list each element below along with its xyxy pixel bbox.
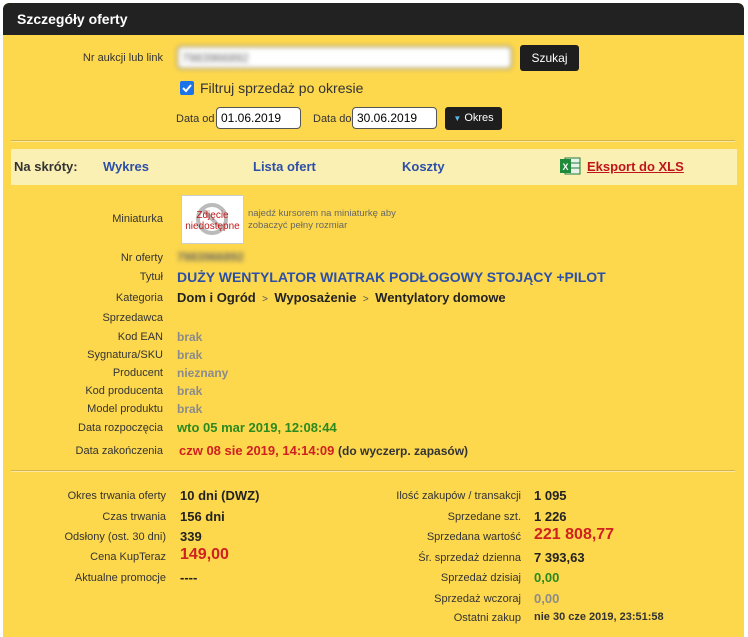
sold-units-value: 1 226 <box>534 509 567 524</box>
yesterday-sales-label: Sprzedaż wczoraj <box>434 593 521 605</box>
producer-label: Producent <box>112 367 163 379</box>
duration-value: 10 dni (DWZ) <box>180 488 260 503</box>
producer-code-value: brak <box>177 384 203 398</box>
period-button[interactable]: ▼ Okres <box>445 107 502 130</box>
breadcrumb-separator-icon: > <box>259 294 271 305</box>
offer-id-value: 7983966892 <box>177 250 244 264</box>
offer-id-label: Nr oferty <box>120 252 163 264</box>
date-to-label: Data do <box>313 113 352 125</box>
no-image-text: Zdjęcie niedostępne <box>185 210 240 232</box>
period-button-label: Okres <box>464 112 494 124</box>
daily-average-value: 7 393,63 <box>534 550 585 565</box>
start-date-label: Data rozpoczęcia <box>78 422 163 434</box>
end-date-label: Data zakończenia <box>75 445 163 457</box>
today-sales-label: Sprzedaż dzisiaj <box>440 572 521 584</box>
yesterday-sales-value: 0,00 <box>534 591 560 606</box>
views-value: 339 <box>180 529 202 544</box>
filter-checkbox[interactable] <box>180 81 194 95</box>
divider <box>11 470 735 472</box>
sku-value: brak <box>177 348 203 362</box>
time-label: Czas trwania <box>102 511 166 523</box>
category-label: Kategoria <box>115 292 163 304</box>
costs-link[interactable]: Koszty <box>402 159 445 174</box>
sold-units-label: Sprzedane szt. <box>447 511 521 523</box>
divider <box>11 140 735 142</box>
promo-value: ---- <box>180 570 198 585</box>
end-date-note: (do wyczerp. zapasów) <box>338 444 469 458</box>
offers-list-link[interactable]: Lista ofert <box>253 159 316 174</box>
auction-label: Nr aukcji lub link <box>82 52 163 64</box>
check-icon <box>182 84 192 93</box>
model-label: Model produktu <box>87 403 163 415</box>
price-value: 149,00 <box>180 546 229 563</box>
last-purchase-label: Ostatni zakup <box>453 612 521 624</box>
end-date: czw 08 sie 2019, 14:14:09 (do wyczerp. z… <box>179 443 468 458</box>
thumbnail-label: Miniaturka <box>112 213 163 225</box>
offer-title[interactable]: DUŻY WENTYLATOR WIATRAK PODŁOGOWY STOJĄC… <box>177 269 606 285</box>
sold-value-value: 221 808,77 <box>534 526 615 543</box>
export-xls-link[interactable]: Eksport do XLS <box>587 159 684 174</box>
end-date-value: czw 08 sie 2019, 14:14:09 <box>179 443 335 458</box>
daily-average-label: Śr. sprzedaż dzienna <box>418 552 521 564</box>
last-purchase-value: nie 30 cze 2019, 23:51:58 <box>534 611 664 623</box>
seller-label: Sprzedawca <box>102 312 163 324</box>
caret-down-icon: ▼ <box>453 114 462 123</box>
offer-details-panel: Szczegóły oferty Nr aukcji lub link Szuk… <box>3 3 744 637</box>
offer-thumbnail[interactable]: Zdjęcie niedostępne <box>181 195 244 244</box>
ean-value: brak <box>177 330 203 344</box>
ean-label: Kod EAN <box>117 331 163 343</box>
search-button[interactable]: Szukaj <box>520 45 579 71</box>
model-value: brak <box>177 402 203 416</box>
transactions-label: Ilość zakupów / transakcji <box>396 490 521 502</box>
price-label: Cena KupTeraz <box>90 551 166 563</box>
excel-icon[interactable]: X <box>559 156 581 176</box>
date-from-input[interactable] <box>216 107 301 129</box>
thumbnail-hint: najedź kursorem na miniaturkę aby zobacz… <box>248 208 396 231</box>
auction-input[interactable] <box>177 46 512 69</box>
start-date-value: wto 05 mar 2019, 12:08:44 <box>177 420 337 435</box>
shortcuts-label: Na skróty: <box>14 159 78 174</box>
duration-label: Okres trwania oferty <box>67 490 166 502</box>
category-breadcrumb: Dom i Ogród > Wyposażenie > Wentylatory … <box>177 290 506 305</box>
panel-title: Szczegóły oferty <box>3 3 744 35</box>
category-level-1[interactable]: Dom i Ogród <box>177 290 256 305</box>
time-value: 156 dni <box>180 509 225 524</box>
category-level-3[interactable]: Wentylatory domowe <box>375 290 506 305</box>
views-label: Odsłony (ost. 30 dni) <box>64 531 167 543</box>
producer-code-label: Kod producenta <box>85 385 163 397</box>
sku-label: Sygnatura/SKU <box>87 349 163 361</box>
filter-label: Filtruj sprzedaż po okresie <box>200 80 364 96</box>
producer-value: nieznany <box>177 366 229 380</box>
sold-value-label: Sprzedana wartość <box>426 531 521 543</box>
chart-link[interactable]: Wykres <box>103 159 149 174</box>
transactions-value: 1 095 <box>534 488 567 503</box>
today-sales-value: 0,00 <box>534 570 560 585</box>
breadcrumb-separator-icon: > <box>360 294 372 305</box>
title-label: Tytuł <box>139 271 163 283</box>
date-to-input[interactable] <box>352 107 437 129</box>
shortcuts-bar: Na skróty: Wykres Lista ofert Koszty X E… <box>11 149 737 185</box>
category-level-2[interactable]: Wyposażenie <box>274 290 356 305</box>
date-from-label: Data od <box>176 113 215 125</box>
promo-label: Aktualne promocje <box>74 572 166 584</box>
svg-text:X: X <box>562 162 568 172</box>
